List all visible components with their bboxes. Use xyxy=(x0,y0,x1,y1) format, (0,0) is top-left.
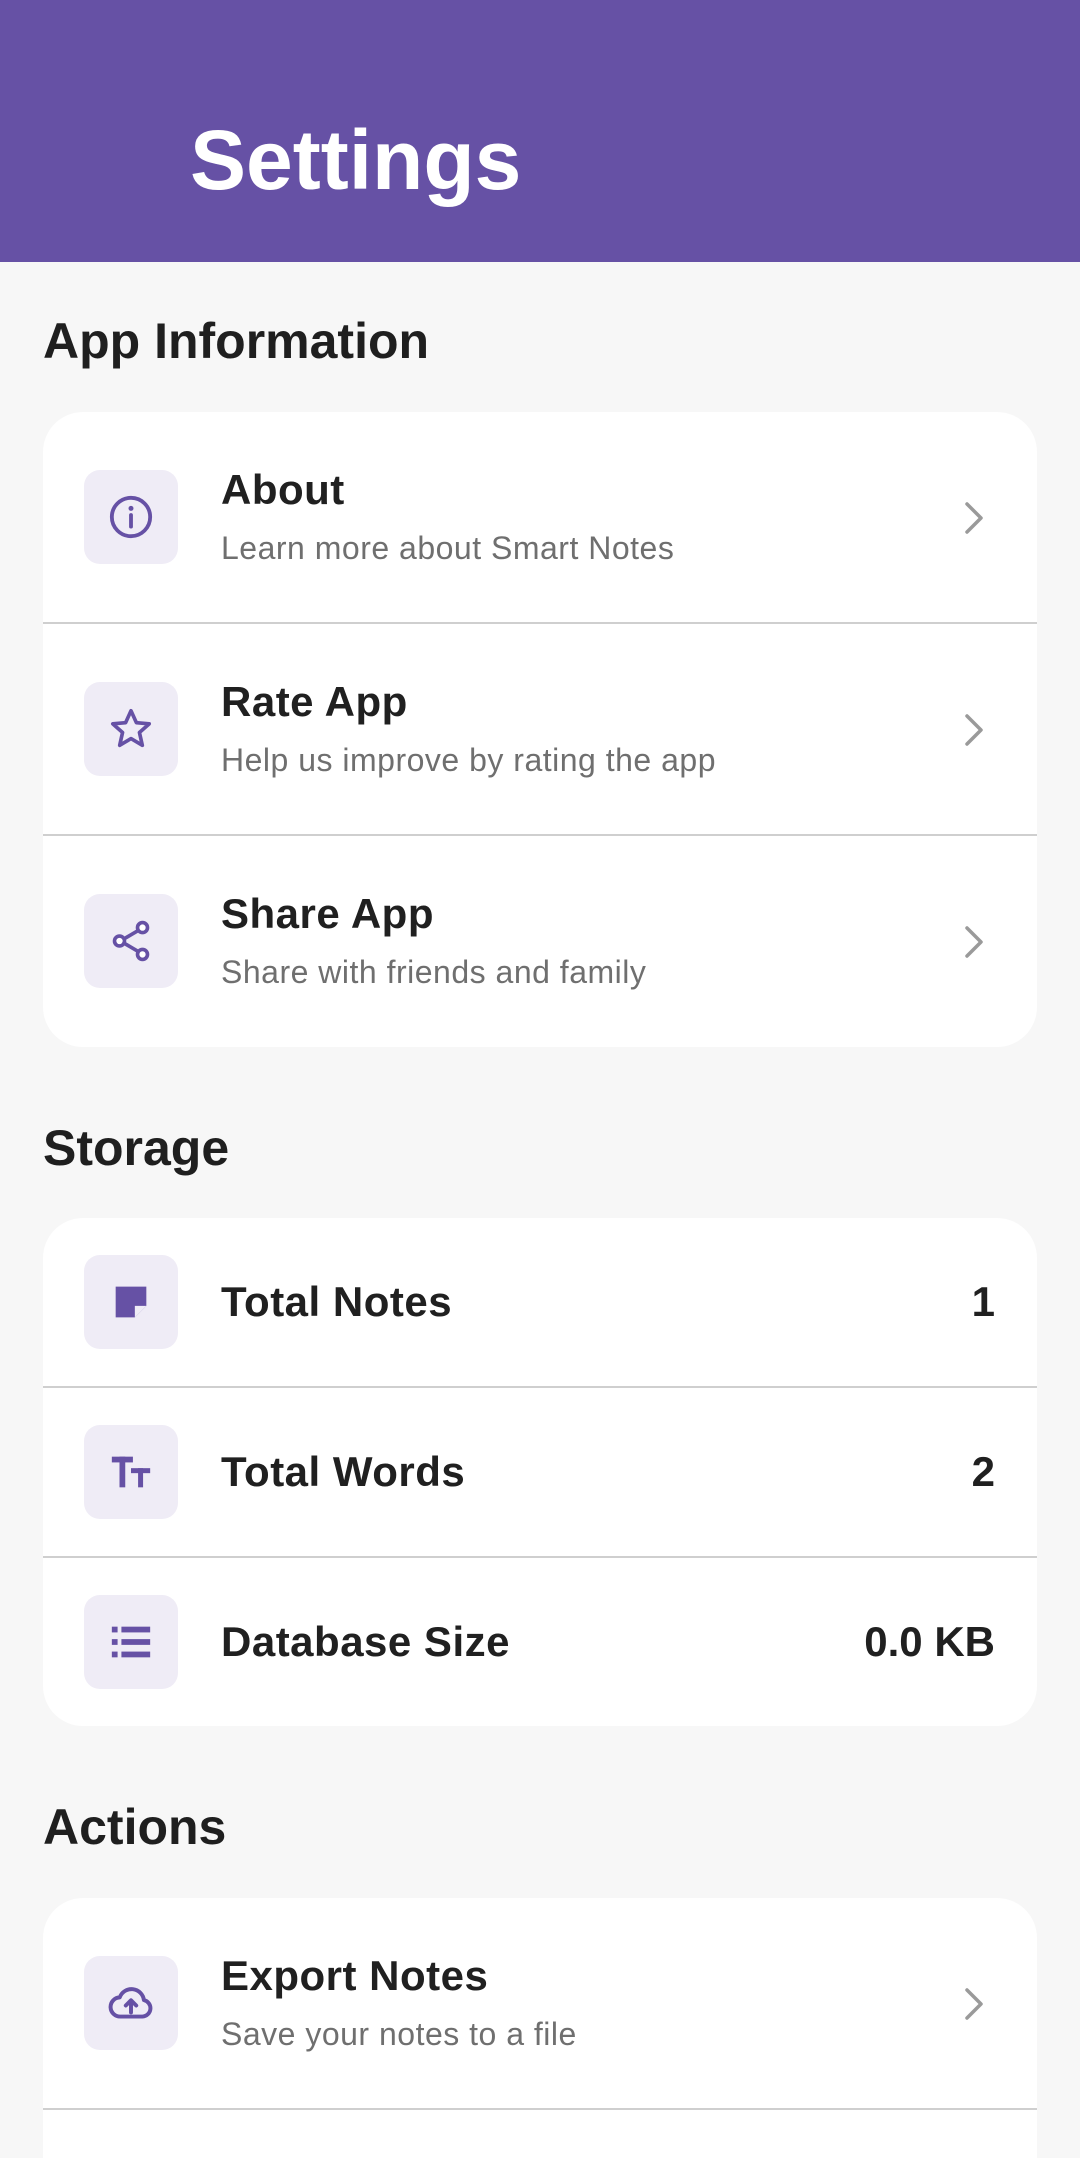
text-size-icon xyxy=(84,1425,178,1519)
settings-item-subtitle: Share with friends and family xyxy=(221,954,647,990)
storage-item-total-notes: Total Notes 1 xyxy=(43,1218,1037,1386)
star-icon xyxy=(84,682,178,776)
section-title-actions: Actions xyxy=(43,1799,227,1855)
note-icon xyxy=(84,1255,178,1349)
settings-item-subtitle: Learn more about Smart Notes xyxy=(221,530,675,566)
action-item-subtitle: Save your notes to a file xyxy=(221,2016,577,2052)
chevron-right-icon xyxy=(965,714,983,746)
share-icon xyxy=(84,894,178,988)
storage-card: Total Notes 1 Total Words 2 Database Siz… xyxy=(43,1218,1037,1726)
settings-item-about[interactable]: About Learn more about Smart Notes xyxy=(43,412,1037,622)
action-item-export-notes[interactable]: Export Notes Save your notes to a file xyxy=(43,1898,1037,2108)
actions-card: Export Notes Save your notes to a file xyxy=(43,1898,1037,2158)
app-bar: Settings xyxy=(0,0,1080,262)
storage-item-value: 2 xyxy=(971,1448,995,1495)
storage-item-database-size: Database Size 0.0 KB xyxy=(43,1558,1037,1726)
storage-item-value: 1 xyxy=(971,1278,995,1325)
storage-item-label: Total Words xyxy=(221,1448,466,1495)
settings-item-rate-app[interactable]: Rate App Help us improve by rating the a… xyxy=(43,624,1037,834)
settings-item-share-app[interactable]: Share App Share with friends and family xyxy=(43,836,1037,1047)
settings-item-subtitle: Help us improve by rating the app xyxy=(221,742,716,778)
info-icon xyxy=(84,470,178,564)
cloud-upload-icon xyxy=(84,1956,178,2050)
storage-item-total-words: Total Words 2 xyxy=(43,1388,1037,1556)
chevron-right-icon xyxy=(965,1988,983,2020)
storage-list-icon xyxy=(84,1595,178,1689)
action-item-title: Export Notes xyxy=(221,1952,489,1999)
settings-item-title: Share App xyxy=(221,890,434,937)
settings-item-title: Rate App xyxy=(221,678,408,725)
section-title-storage: Storage xyxy=(43,1120,230,1176)
storage-item-label: Database Size xyxy=(221,1618,510,1665)
storage-item-value: 0.0 KB xyxy=(864,1618,995,1665)
settings-item-title: About xyxy=(221,466,345,513)
section-title-app-information: App Information xyxy=(43,313,430,369)
storage-item-label: Total Notes xyxy=(221,1278,453,1325)
divider xyxy=(43,2108,1037,2110)
chevron-right-icon xyxy=(965,502,983,534)
page-title: Settings xyxy=(190,113,522,207)
chevron-right-icon xyxy=(965,926,983,958)
app-information-card: About Learn more about Smart Notes Rate … xyxy=(43,412,1037,1047)
